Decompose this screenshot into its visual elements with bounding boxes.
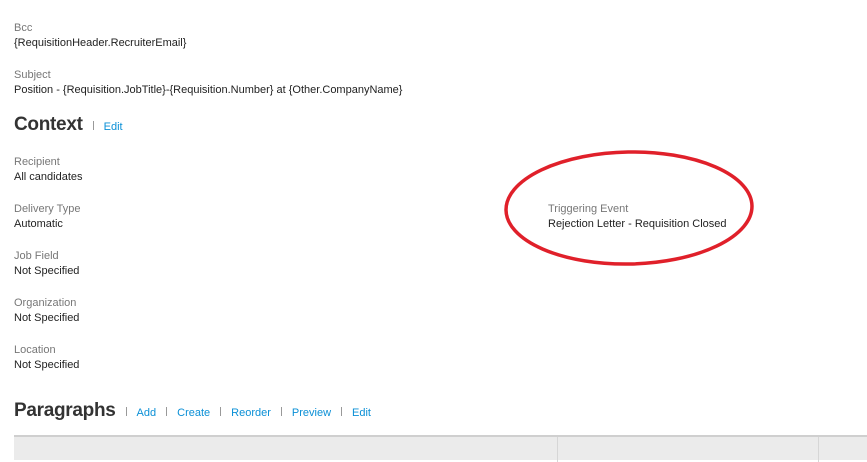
paragraphs-reorder-link[interactable]: Reorder xyxy=(231,407,271,419)
organization-label: Organization xyxy=(14,297,77,309)
delivery-type-label: Delivery Type xyxy=(14,203,81,215)
triggering-event-value: Rejection Letter - Requisition Closed xyxy=(548,218,727,230)
bcc-value: {RequisitionHeader.RecruiterEmail} xyxy=(14,37,187,49)
recipient-label: Recipient xyxy=(14,156,60,168)
location-field: Location Not Specified xyxy=(14,343,79,373)
divider xyxy=(341,407,343,416)
job-field-field: Job Field Not Specified xyxy=(14,249,79,279)
paragraphs-add-link[interactable]: Add xyxy=(137,407,157,419)
triggering-event-field: Triggering Event Rejection Letter - Requ… xyxy=(548,202,727,232)
column-divider xyxy=(557,437,558,462)
paragraphs-edit-link[interactable]: Edit xyxy=(352,407,371,419)
paragraphs-table-header xyxy=(14,435,867,462)
recipient-field: Recipient All candidates xyxy=(14,155,83,185)
bcc-label: Bcc xyxy=(14,22,33,34)
bcc-field: Bcc {RequisitionHeader.RecruiterEmail} xyxy=(14,21,186,51)
triggering-event-label: Triggering Event xyxy=(548,203,629,215)
paragraphs-create-link[interactable]: Create xyxy=(177,407,210,419)
divider xyxy=(166,407,168,416)
location-label: Location xyxy=(14,344,56,356)
job-field-label: Job Field xyxy=(14,250,59,262)
organization-value: Not Specified xyxy=(14,312,80,324)
context-header: Context Edit xyxy=(14,114,123,136)
job-field-value: Not Specified xyxy=(14,265,80,277)
subject-value: Position - {Requisition.JobTitle}-{Requi… xyxy=(14,84,403,96)
column-divider xyxy=(818,437,819,462)
delivery-type-field: Delivery Type Automatic xyxy=(14,202,80,232)
delivery-type-value: Automatic xyxy=(14,218,63,230)
divider xyxy=(125,407,127,416)
subject-field: Subject Position - {Requisition.JobTitle… xyxy=(14,68,402,98)
subject-label: Subject xyxy=(14,69,51,81)
context-title: Context xyxy=(14,114,83,135)
divider xyxy=(280,407,282,416)
paragraphs-preview-link[interactable]: Preview xyxy=(292,407,331,419)
recipient-value: All candidates xyxy=(14,171,83,183)
context-edit-link[interactable]: Edit xyxy=(104,121,123,133)
paragraphs-title: Paragraphs xyxy=(14,400,116,421)
organization-field: Organization Not Specified xyxy=(14,296,79,326)
divider xyxy=(220,407,222,416)
location-value: Not Specified xyxy=(14,359,80,371)
divider xyxy=(92,121,94,130)
paragraphs-header: Paragraphs Add Create Reorder Preview Ed… xyxy=(14,400,371,422)
